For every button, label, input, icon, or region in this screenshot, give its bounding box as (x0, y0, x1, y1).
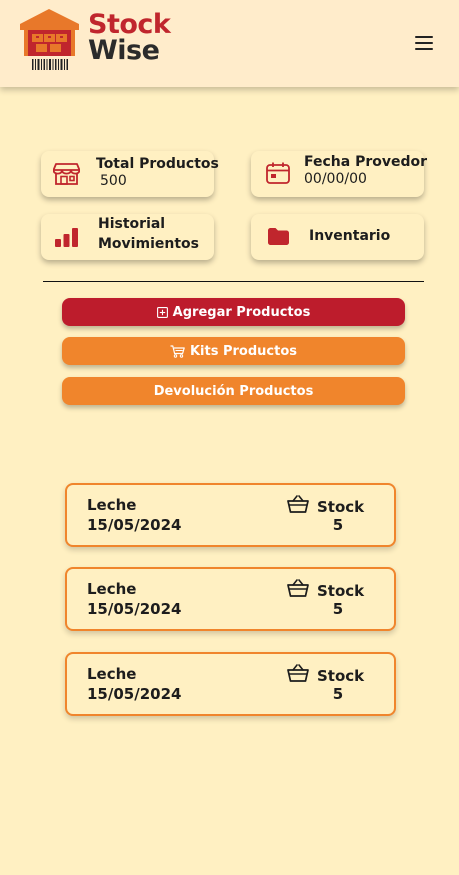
warehouse-logo-icon (20, 9, 79, 70)
bar-chart-icon (55, 228, 78, 247)
hamburger-menu-icon[interactable] (415, 36, 433, 50)
list-item[interactable]: Leche 15/05/2024 Stock 5 (65, 567, 396, 631)
stock-label: Stock (317, 582, 365, 600)
add-products-button[interactable]: Agregar Productos (62, 298, 405, 326)
return-products-label: Devolución Productos (153, 383, 314, 399)
stock-value: 5 (332, 600, 344, 618)
kits-products-label: Kits Productos (189, 343, 298, 359)
total-products-value: 500 (100, 173, 127, 189)
product-name: Leche (87, 580, 137, 598)
stock-label: Stock (317, 498, 365, 516)
stock-label: Stock (317, 667, 365, 685)
inventory-label: Inventario (309, 228, 391, 244)
brand-name: Stock Wise (88, 11, 171, 66)
history-label: Historial (98, 216, 166, 232)
movement-history-card[interactable]: Historial Movimientos (41, 214, 214, 260)
cart-icon (170, 344, 185, 358)
total-products-label: Total Productos (96, 156, 219, 172)
brand-name-line2: Wise (88, 35, 160, 66)
supplier-date-card[interactable]: Fecha Provedor 00/00/00 (251, 151, 428, 197)
stock-value: 5 (332, 516, 344, 534)
basket-icon (287, 664, 309, 682)
product-date: 15/05/2024 (87, 516, 182, 534)
kits-products-button[interactable]: Kits Productos (62, 337, 405, 365)
plus-square-icon (156, 306, 168, 318)
supplier-date-label: Fecha Provedor (304, 154, 428, 170)
basket-icon (287, 495, 309, 513)
basket-icon (287, 579, 309, 597)
list-item[interactable]: Leche 15/05/2024 Stock 5 (65, 652, 396, 716)
product-name: Leche (87, 496, 137, 514)
folder-icon (268, 228, 289, 245)
return-products-button[interactable]: Devolución Productos (62, 377, 405, 405)
product-name: Leche (87, 665, 137, 683)
app-header: Stock Wise (0, 0, 459, 87)
product-date: 15/05/2024 (87, 685, 182, 703)
product-date: 15/05/2024 (87, 600, 182, 618)
supplier-date-value: 00/00/00 (304, 171, 367, 187)
calendar-icon (266, 162, 290, 184)
movements-label: Movimientos (98, 236, 199, 252)
inventory-card[interactable]: Inventario (251, 214, 424, 260)
store-icon (53, 163, 80, 185)
add-products-label: Agregar Productos (172, 304, 311, 320)
section-divider (43, 281, 424, 282)
stock-value: 5 (332, 685, 344, 703)
total-products-card[interactable]: Total Productos 500 (41, 151, 219, 197)
list-item[interactable]: Leche 15/05/2024 Stock 5 (65, 483, 396, 547)
